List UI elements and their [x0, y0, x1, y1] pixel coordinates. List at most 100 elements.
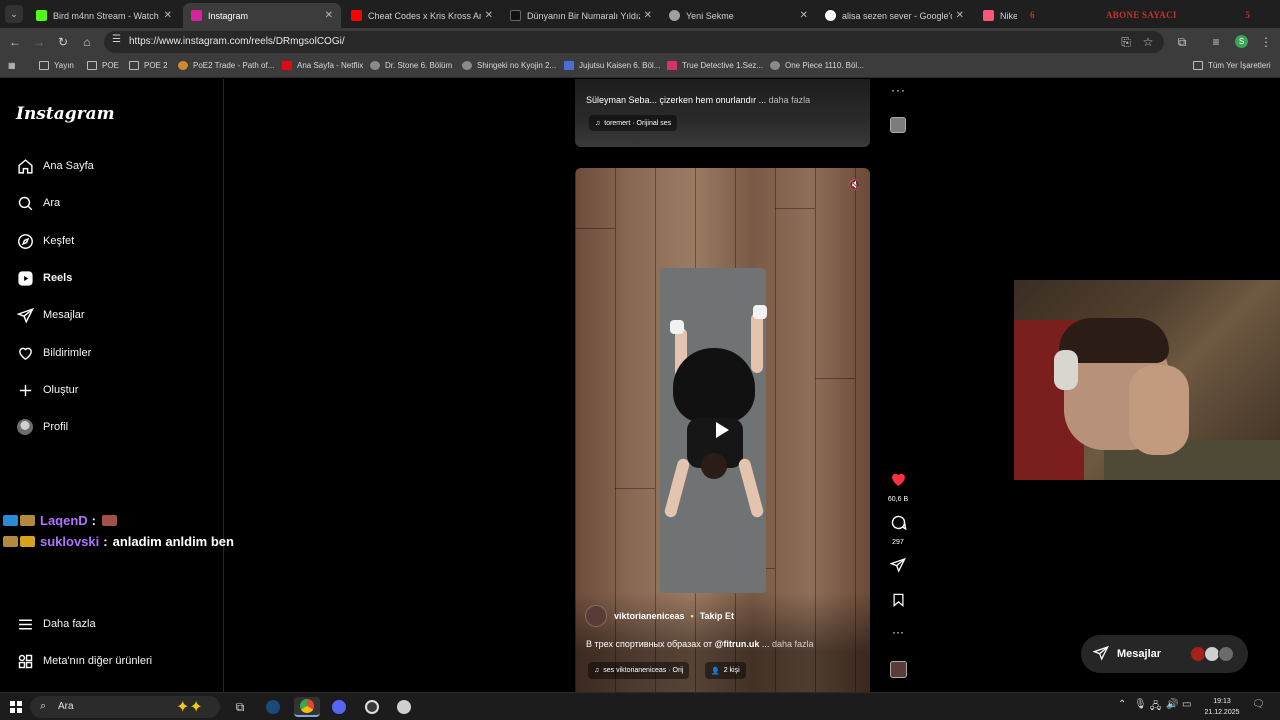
chat-username[interactable]: LaqenD	[40, 513, 88, 528]
bookmark-dr-stone[interactable]: Dr. Stone 6. Bölüm	[370, 61, 452, 70]
back-icon[interactable]: ←	[7, 34, 23, 50]
share-button[interactable]	[884, 557, 912, 578]
follow-button[interactable]: Takip Et	[700, 611, 734, 621]
tab-close-icon[interactable]: ✕	[164, 10, 172, 21]
music-note-icon: ♫	[595, 119, 601, 127]
menu-kebab-icon[interactable]: ⋮	[1258, 34, 1274, 50]
previous-reel-options-icon[interactable]: ···	[891, 83, 906, 97]
save-button[interactable]	[884, 592, 912, 613]
mute-icon[interactable]: 🔇	[848, 179, 862, 193]
anime-site-icon	[770, 61, 780, 70]
messages-pill[interactable]: Mesajlar	[1081, 635, 1248, 673]
more-link[interactable]: daha fazla	[769, 95, 811, 105]
more-link[interactable]: daha fazla	[772, 639, 814, 649]
comment-button[interactable]: 297	[884, 514, 912, 546]
tab-google-search[interactable]: alisa sezen sever - Google'da A ✕	[817, 3, 972, 28]
bookmark-folder-poe2[interactable]: POE 2	[129, 61, 168, 70]
tab-nike[interactable]: Nike	[975, 3, 1025, 28]
bookmark-true-detective[interactable]: True Detective 1.Sez...	[667, 61, 763, 70]
forward-icon[interactable]: →	[31, 34, 47, 50]
audio-thumb[interactable]	[884, 661, 912, 683]
bookmark-shingeki[interactable]: Shingeki no Kyojin 2...	[462, 61, 556, 70]
audio-thumbnail	[889, 661, 907, 678]
tab-instagram[interactable]: Instagram ✕	[183, 3, 341, 28]
bookmark-star-icon[interactable]: ☆	[1140, 34, 1156, 50]
tab-close-icon[interactable]: ✕	[800, 10, 808, 21]
author-avatar[interactable]	[585, 605, 607, 627]
previous-reel-audio-thumb[interactable]	[890, 117, 906, 133]
bookmark-jujutsu[interactable]: Jujutsu Kaisen 6. Böl...	[564, 61, 660, 70]
url-text[interactable]: https://www.instagram.com/reels/DRmgsolC…	[129, 36, 345, 47]
heart-icon	[16, 344, 34, 362]
bookmark-one-piece[interactable]: One Piece 1110. Böl...	[770, 61, 864, 70]
previous-reel-audio[interactable]: ♫ toremert · Orijinal ses	[589, 115, 678, 131]
apps-grid-icon[interactable]: ▦	[8, 61, 16, 70]
more-options-icon[interactable]: ···	[884, 625, 912, 639]
reel-video[interactable]: 🔇 viktorianeniceas • Takip Et В трех спо…	[575, 168, 870, 692]
discord-icon[interactable]	[328, 697, 350, 717]
send-icon	[1092, 645, 1109, 664]
profile-avatar[interactable]: S	[1235, 35, 1248, 48]
all-bookmarks[interactable]: Tüm Yer İşaretleri	[1193, 61, 1271, 70]
app-icon[interactable]	[393, 697, 415, 717]
tagged-people-chip[interactable]: 👤 2 kişi	[705, 662, 746, 679]
tab-close-icon[interactable]: ✕	[485, 10, 493, 21]
sidebar-item-more[interactable]: Daha fazla	[16, 613, 96, 635]
sidebar-item-reels[interactable]: Reels	[16, 267, 72, 289]
notifications-icon[interactable]: 🗨	[1252, 699, 1265, 710]
chrome-icon[interactable]	[294, 697, 320, 717]
obs-icon[interactable]	[361, 697, 383, 717]
headset	[1054, 350, 1078, 390]
address-bar[interactable]: ☰ https://www.instagram.com/reels/DRmgso…	[104, 31, 1164, 53]
reading-list-icon[interactable]: ≡	[1208, 34, 1224, 50]
tab-youtube[interactable]: Cheat Codes x Kris Kross Amst ✕	[343, 3, 501, 28]
author-username[interactable]: viktorianeniceas	[614, 611, 685, 621]
home-button-icon[interactable]: ⌂	[79, 34, 95, 50]
music-note-icon: ♫	[594, 667, 600, 674]
tab-kick-stream[interactable]: Bird m4nn Stream - Watch Live ✕	[28, 3, 180, 28]
sidebar-item-explore[interactable]: Keşfet	[16, 230, 74, 252]
sidebar-item-search[interactable]: Ara	[16, 192, 60, 214]
search-icon	[16, 194, 34, 212]
tab-close-icon[interactable]: ✕	[325, 10, 333, 21]
install-app-icon[interactable]: ⎘	[1118, 34, 1134, 50]
microphone-icon[interactable]: 🎙	[1134, 699, 1147, 710]
volume-icon[interactable]: 🔊	[1166, 699, 1178, 710]
chat-username[interactable]: suklovski	[40, 534, 99, 549]
instagram-logo[interactable]: Instagram	[16, 104, 115, 124]
network-icon[interactable]: 🖧	[1150, 699, 1161, 716]
tray-overflow-icon[interactable]: ⌃	[1118, 699, 1126, 710]
kick-favicon-icon	[36, 10, 47, 21]
tab-search-button[interactable]: ⌄	[5, 5, 23, 23]
sidebar-item-profile[interactable]: Profil	[16, 416, 68, 438]
reload-icon[interactable]: ↻	[55, 34, 71, 50]
anime-site-icon	[564, 61, 574, 70]
bookmark-netflix[interactable]: Ana Sayfa - Netflix	[282, 61, 363, 70]
site-info-icon[interactable]: ☰	[112, 34, 121, 45]
task-view-icon[interactable]: ⧉	[229, 697, 251, 717]
bookmark-folder-poe[interactable]: POE	[87, 61, 119, 70]
bookmark-folder-yayin[interactable]: Yayın	[39, 61, 74, 70]
sidebar-item-notifications[interactable]: Bildirimler	[16, 342, 91, 364]
sidebar-item-meta[interactable]: Meta'nın diğer ürünleri	[16, 650, 152, 672]
battery-icon[interactable]: ▭	[1182, 699, 1191, 710]
meta-grid-icon	[16, 652, 34, 670]
steam-icon[interactable]	[262, 697, 284, 717]
sidebar-item-messages[interactable]: Mesajlar	[16, 304, 85, 326]
sidebar-item-home[interactable]: Ana Sayfa	[16, 155, 94, 177]
tab-close-icon[interactable]: ✕	[644, 10, 652, 21]
taskbar-search[interactable]: ⌕ Ara ✦✦	[30, 696, 220, 718]
reel-audio-chip[interactable]: ♫ ses viktorianeniceas · Orij	[588, 662, 690, 679]
taskbar-clock[interactable]: 19:13 21.12.2025	[1200, 696, 1244, 718]
sidebar-item-create[interactable]: Oluştur	[16, 379, 78, 401]
extensions-icon[interactable]: ⧉	[1174, 34, 1190, 50]
like-button[interactable]: 60,6 B	[884, 471, 912, 503]
tab-news[interactable]: Dünyanın Bir Numaralı Yıldızıy ✕	[502, 3, 660, 28]
bookmark-poe2-trade[interactable]: PoE2 Trade - Path of...	[178, 61, 274, 70]
play-icon[interactable]	[716, 422, 729, 438]
windows-start-icon[interactable]	[10, 701, 22, 713]
tab-close-icon[interactable]: ✕	[956, 10, 964, 21]
tab-new-tab[interactable]: Yeni Sekme ✕	[661, 3, 816, 28]
mention-link[interactable]: @fitrun.uk	[715, 639, 760, 649]
previous-reel-card[interactable]: Süleyman Seba... çizerken hem onurlandır…	[575, 79, 870, 147]
